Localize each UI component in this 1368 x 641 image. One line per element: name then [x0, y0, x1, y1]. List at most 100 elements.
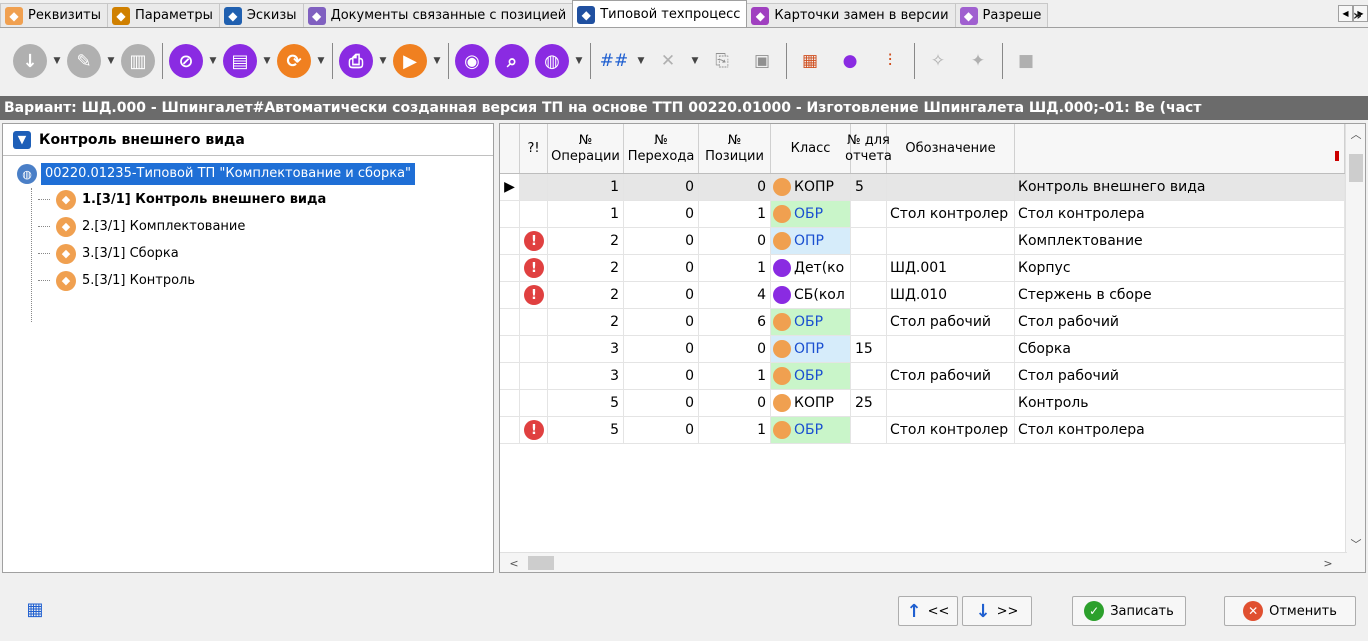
globe-button[interactable]: ◍: [532, 41, 572, 81]
tree-item[interactable]: ◆ 1.[3/1] Контроль внешнего вида: [3, 186, 493, 213]
operation-number: 1: [548, 174, 624, 200]
calendar-button[interactable]: ▦: [790, 41, 830, 81]
numbering-button[interactable]: ##: [594, 41, 634, 81]
toolbar-separator: [444, 41, 452, 81]
download-button[interactable]: ↓: [10, 41, 50, 81]
row-status: [520, 309, 548, 335]
class-label: СБ(кол: [794, 287, 845, 303]
tree-item[interactable]: ◆ 2.[3/1] Комплектование: [3, 213, 493, 240]
scroll-left-icon[interactable]: <: [504, 553, 524, 572]
table-row[interactable]: ! 5 0 1 ОБР Стол контролер Стол контролера: [500, 417, 1345, 444]
box-button[interactable]: ■: [1006, 41, 1046, 81]
table-row[interactable]: 2 0 6 ОБР Стол рабочий Стол рабочий: [500, 309, 1345, 336]
next-record-button[interactable]: ↓ >>: [962, 596, 1032, 626]
numbering-dropdown-icon[interactable]: ▼: [634, 41, 648, 81]
tab-bell[interactable]: ◆ Реквизиты: [0, 3, 108, 27]
wand-button[interactable]: ✦: [958, 41, 998, 81]
table-row[interactable]: ! 2 0 1 Дет(ко ШД.001 Корпус: [500, 255, 1345, 282]
magic-icon: ✧: [930, 51, 946, 71]
column-header[interactable]: [500, 124, 520, 173]
scroll-right-icon[interactable]: >: [1318, 553, 1338, 572]
tree-item-label: 5.[3/1] Контроль: [82, 273, 196, 288]
eye-button[interactable]: ◉: [452, 41, 492, 81]
column-header[interactable]: Класс: [771, 124, 851, 173]
paste-button[interactable]: ▣: [742, 41, 782, 81]
tab-techprocess[interactable]: ◆ Типовой техпроцесс: [572, 0, 748, 27]
column-header[interactable]: № Операции: [548, 124, 624, 173]
tree-item[interactable]: ◆ 3.[3/1] Сборка: [3, 240, 493, 267]
search-button[interactable]: ⌕: [492, 41, 532, 81]
column-header[interactable]: № для отчета: [845, 124, 892, 173]
vertical-scroll-thumb[interactable]: [1349, 154, 1363, 182]
download-dropdown-icon[interactable]: ▼: [50, 41, 64, 81]
replace-cards-icon: ◆: [751, 6, 770, 25]
filter-icon[interactable]: ▼: [13, 130, 31, 149]
transition-number: 0: [624, 363, 699, 389]
permission-icon: ◆: [959, 6, 978, 25]
prev-record-button[interactable]: ↑ <<: [898, 596, 958, 626]
bell-icon: ◆: [5, 6, 23, 25]
horizontal-scrollbar[interactable]: < >: [500, 552, 1347, 572]
app-window: ◆ Реквизиты ◆ Параметры ◆ Эскизы ◆ Документы св…: [0, 0, 1368, 641]
magic-button[interactable]: ✧: [918, 41, 958, 81]
globe-dropdown-icon[interactable]: ▼: [572, 41, 586, 81]
table-row[interactable]: ! 2 0 0 ОПР Комплектование: [500, 228, 1345, 255]
column-header[interactable]: Обозначение: [887, 124, 1015, 173]
table-row[interactable]: ▶ 1 0 0 КОПР 5 Контроль внешнего вида: [500, 174, 1345, 201]
column-header[interactable]: № Позиции: [699, 124, 771, 173]
row-pointer: [500, 390, 520, 416]
link-button[interactable]: ⊘: [166, 41, 206, 81]
tree-root-node[interactable]: ◍ 00220.01235-Типовой ТП "Комплектование…: [3, 162, 493, 186]
edit-dropdown-icon[interactable]: ▼: [104, 41, 118, 81]
tab-documents[interactable]: ◆ Документы связанные с позицией: [302, 3, 574, 27]
toolbar-overflow-icon[interactable]: »: [1353, 8, 1362, 24]
cancel-button[interactable]: ✕ Отменить: [1224, 596, 1356, 626]
download-icon: ↓: [13, 44, 47, 78]
save-button[interactable]: ✓ Записать: [1072, 596, 1186, 626]
report-number: 25: [851, 390, 887, 416]
wand-icon: ✦: [970, 51, 986, 71]
bottom-bar: ▦ ↑ << ↓ >> ✓ Записать ✕ Отменить: [0, 580, 1368, 641]
list-button[interactable]: ▤: [220, 41, 260, 81]
column-header[interactable]: № Перехода: [624, 124, 699, 173]
toolbar-separator: [328, 41, 336, 81]
column-header[interactable]: [1015, 124, 1345, 173]
scroll-down-icon[interactable]: ﹀: [1346, 534, 1365, 554]
table-row[interactable]: ! 2 0 4 СБ(кол ШД.010 Стержень в сборе: [500, 282, 1345, 309]
vertical-scrollbar[interactable]: ︿ ﹀: [1345, 124, 1365, 572]
tab-parameters[interactable]: ◆ Параметры: [107, 3, 220, 27]
columns-button[interactable]: ▥: [118, 41, 158, 81]
tab-sketch[interactable]: ◆ Эскизы: [218, 3, 304, 27]
split-button[interactable]: ⫶: [870, 41, 910, 81]
copy-button[interactable]: ⎘: [702, 41, 742, 81]
class-label: ОПР: [794, 341, 824, 357]
play-button[interactable]: ▶: [390, 41, 430, 81]
operation-number: 1: [548, 201, 624, 227]
tab-replace-cards[interactable]: ◆ Карточки замен в версии: [746, 3, 956, 27]
column-header[interactable]: ?!: [520, 124, 548, 173]
user-button[interactable]: ●: [830, 41, 870, 81]
print-button[interactable]: ⎙: [336, 41, 376, 81]
horizontal-scroll-thumb[interactable]: [528, 556, 554, 570]
list-dropdown-icon[interactable]: ▼: [260, 41, 274, 81]
tree-item[interactable]: ◆ 5.[3/1] Контроль: [3, 267, 493, 294]
refresh-dropdown-icon[interactable]: ▼: [314, 41, 328, 81]
tree-connector: [31, 188, 32, 322]
tab-scroll-left-icon[interactable]: ◀: [1338, 5, 1353, 22]
edit-button[interactable]: ✎: [64, 41, 104, 81]
table-row[interactable]: 5 0 0 КОПР 25 Контроль: [500, 390, 1345, 417]
link-dropdown-icon[interactable]: ▼: [206, 41, 220, 81]
tab-label: Карточки замен в версии: [774, 8, 949, 23]
table-row[interactable]: 3 0 1 ОБР Стол рабочий Стол рабочий: [500, 363, 1345, 390]
table-row[interactable]: 3 0 0 ОПР 15 Сборка: [500, 336, 1345, 363]
operations-tree-panel: ▼ Контроль внешнего вида ◍ 00220.01235-Т…: [2, 123, 494, 573]
play-dropdown-icon[interactable]: ▼: [430, 41, 444, 81]
delete-button[interactable]: ✕: [648, 41, 688, 81]
tab-permission[interactable]: ◆ Разреше: [954, 3, 1049, 27]
print-dropdown-icon[interactable]: ▼: [376, 41, 390, 81]
form-settings-button[interactable]: ▦: [20, 594, 50, 624]
delete-dropdown-icon[interactable]: ▼: [688, 41, 702, 81]
table-row[interactable]: 1 0 1 ОБР Стол контролер Стол контролера: [500, 201, 1345, 228]
refresh-button[interactable]: ⟳: [274, 41, 314, 81]
scroll-up-icon[interactable]: ︿: [1346, 124, 1365, 144]
